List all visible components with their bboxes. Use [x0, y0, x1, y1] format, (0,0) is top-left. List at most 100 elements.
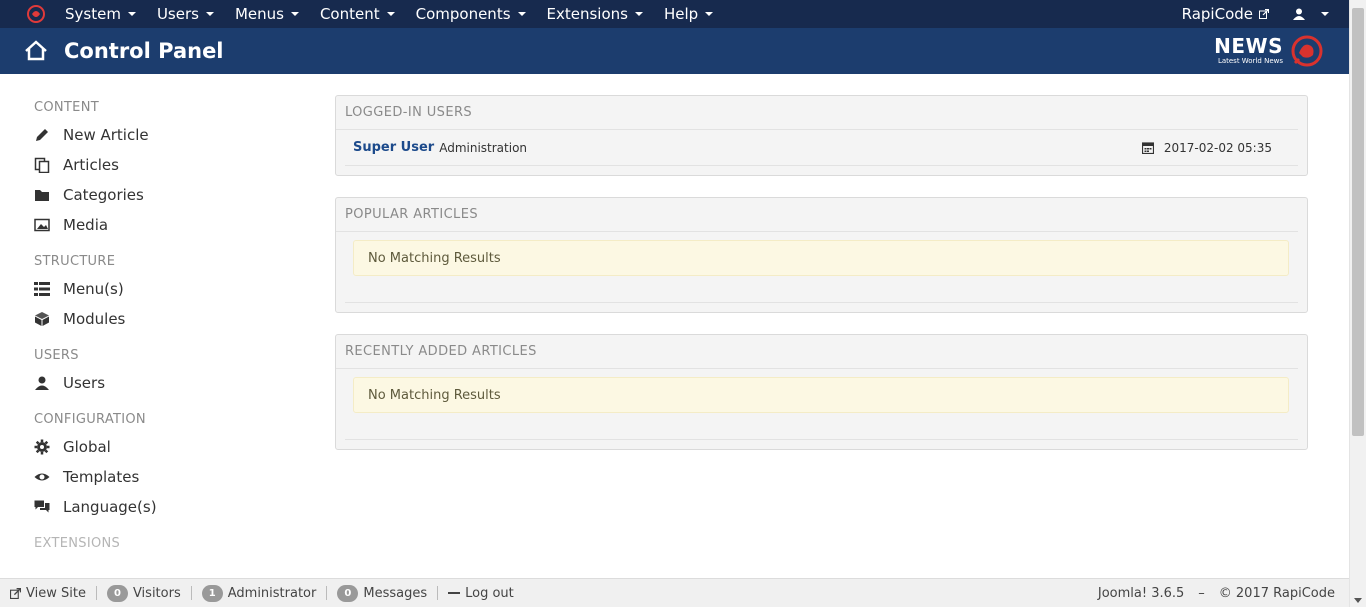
- sidebar-item-categories[interactable]: Categories: [34, 180, 294, 210]
- minus-icon: [448, 592, 461, 594]
- sidebar-item-modules[interactable]: Modules: [34, 304, 294, 334]
- menu-content[interactable]: Content: [309, 0, 405, 28]
- user-name-link[interactable]: Super User: [353, 140, 434, 155]
- brand-text: NEWS Latest World News: [1214, 36, 1283, 66]
- menu-menus[interactable]: Menus: [224, 0, 309, 28]
- sidebar-item-global[interactable]: Global: [34, 432, 294, 462]
- view-site-link[interactable]: View Site: [0, 586, 96, 601]
- divider: [345, 439, 1298, 440]
- joomla-logo-icon[interactable]: [24, 2, 48, 26]
- panel-title: POPULAR ARTICLES: [336, 198, 1298, 232]
- list-icon: [34, 281, 50, 297]
- caret-down-icon: [205, 12, 214, 16]
- sidebar-item-label: Modules: [63, 310, 126, 328]
- nav-right: RapiCode: [1170, 0, 1349, 28]
- sidebar-item-articles[interactable]: Articles: [34, 150, 294, 180]
- menu-extensions[interactable]: Extensions: [536, 0, 653, 28]
- messages-label: Messages: [363, 585, 428, 601]
- sidebar-item-templates[interactable]: Templates: [34, 462, 294, 492]
- sidebar-item-media[interactable]: Media: [34, 210, 294, 240]
- status-bar: View Site 0 Visitors 1 Administrator 0 M…: [0, 578, 1349, 607]
- sidebar-item-users[interactable]: Users: [34, 368, 294, 398]
- menu-label: System: [65, 5, 121, 23]
- logged-in-users-panel: LOGGED-IN USERS Super User Administratio…: [335, 95, 1308, 176]
- user-menu[interactable]: [1281, 0, 1349, 28]
- footer-info: Joomla! 3.6.5 – © 2017 RapiCode: [1098, 586, 1335, 601]
- vertical-scrollbar[interactable]: [1349, 0, 1366, 607]
- menu-label: Content: [319, 5, 380, 23]
- top-navbar: System Users Menus Content Components Ex…: [0, 0, 1349, 28]
- menu-label: Extensions: [546, 5, 628, 23]
- home-icon: [25, 40, 47, 61]
- visitors-label: Visitors: [132, 585, 181, 601]
- logout-link[interactable]: Log out: [438, 586, 524, 601]
- eye-icon: [34, 469, 50, 485]
- brand-logo: NEWS Latest World News: [1214, 33, 1325, 69]
- gear-icon: [34, 439, 50, 455]
- scroll-down-arrow-icon[interactable]: [1354, 598, 1362, 603]
- caret-down-icon: [634, 12, 643, 16]
- user-role: Administration: [439, 140, 528, 155]
- caret-down-icon: [290, 12, 299, 16]
- menu-label: Users: [156, 5, 199, 23]
- no-results-alert: No Matching Results: [353, 240, 1289, 276]
- administrator-badge: 1: [201, 584, 223, 602]
- pencil-icon: [34, 127, 50, 143]
- sidebar-item-new-article[interactable]: New Article: [34, 120, 294, 150]
- sidebar-item-label: Articles: [63, 156, 119, 174]
- page-title: Control Panel: [64, 39, 224, 63]
- menu-system[interactable]: System: [54, 0, 146, 28]
- user-icon: [34, 375, 50, 391]
- panel-title: RECENTLY ADDED ARTICLES: [336, 335, 1298, 369]
- panel-title: LOGGED-IN USERS: [336, 96, 1298, 130]
- site-link[interactable]: RapiCode: [1170, 0, 1281, 28]
- section-title-users: USERS: [34, 347, 79, 363]
- sidebar-item-label: Users: [63, 374, 106, 392]
- sidebar-item-label: Global: [63, 438, 111, 456]
- sidebar-item-label: Menu(s): [63, 280, 124, 298]
- section-title-extensions: EXTENSIONS: [34, 535, 121, 551]
- sidebar-item-label: Templates: [63, 468, 140, 486]
- visitors-badge: 0: [106, 584, 128, 602]
- site-link-label: RapiCode: [1181, 5, 1253, 23]
- caret-down-icon: [517, 12, 526, 16]
- login-time: 2017-02-02 05:35: [1141, 141, 1272, 155]
- image-icon: [34, 217, 50, 233]
- menu-help[interactable]: Help: [653, 0, 723, 28]
- version-text: Joomla! 3.6.5: [1097, 585, 1185, 601]
- administrator-link[interactable]: 1 Administrator: [192, 584, 327, 602]
- view-site-label: View Site: [26, 585, 86, 601]
- footer-dash: –: [1198, 585, 1205, 601]
- no-results-alert: No Matching Results: [353, 377, 1289, 413]
- user-icon: [1293, 8, 1305, 20]
- calendar-icon: [1141, 141, 1154, 154]
- menu-label: Menus: [234, 5, 284, 23]
- copyright-text: © 2017 RapiCode: [1218, 585, 1335, 601]
- divider: [345, 302, 1298, 303]
- visitors-link[interactable]: 0 Visitors: [97, 584, 191, 602]
- menu-users[interactable]: Users: [146, 0, 224, 28]
- caret-down-icon: [705, 12, 714, 16]
- scrollbar-thumb[interactable]: [1352, 8, 1364, 436]
- sidebar-item-languages[interactable]: Language(s): [34, 492, 294, 522]
- comments-icon: [34, 499, 50, 515]
- page-header: Control Panel NEWS Latest World News: [0, 28, 1349, 74]
- messages-link[interactable]: 0 Messages: [327, 584, 437, 602]
- caret-down-icon: [386, 12, 395, 16]
- caret-down-icon: [127, 12, 136, 16]
- menu-label: Components: [415, 5, 511, 23]
- external-link-icon: [10, 587, 21, 599]
- brand-tagline: Latest World News: [1217, 57, 1283, 65]
- external-link-icon: [1259, 9, 1269, 19]
- section-title-content: CONTENT: [34, 99, 99, 115]
- main-menu: System Users Menus Content Components Ex…: [54, 0, 723, 28]
- menu-components[interactable]: Components: [405, 0, 536, 28]
- administrator-label: Administrator: [227, 585, 317, 601]
- messages-badge: 0: [337, 584, 359, 602]
- section-title-structure: STRUCTURE: [34, 253, 116, 269]
- sidebar-item-menus[interactable]: Menu(s): [34, 274, 294, 304]
- brand-name: NEWS: [1214, 34, 1283, 58]
- sidebar-item-label: Categories: [63, 186, 144, 204]
- sidebar-item-label: Language(s): [63, 498, 157, 516]
- copy-icon: [34, 157, 50, 173]
